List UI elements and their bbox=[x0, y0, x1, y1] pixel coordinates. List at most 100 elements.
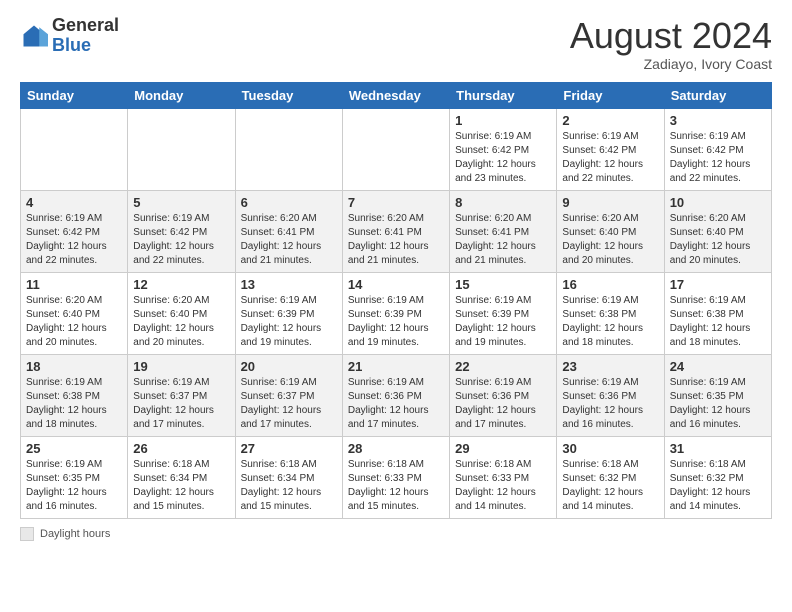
col-tuesday: Tuesday bbox=[235, 82, 342, 108]
col-sunday: Sunday bbox=[21, 82, 128, 108]
table-row: 24Sunrise: 6:19 AM Sunset: 6:35 PM Dayli… bbox=[664, 354, 771, 436]
table-row: 16 Sunrise: 6:19 AM Sunset: 6:38 PM Dayli… bbox=[557, 272, 664, 354]
day-number: 6 bbox=[241, 195, 337, 210]
day-info: Sunrise: 6:19 AM Sunset: 6:38 PM Dayligh… bbox=[26, 376, 122, 432]
day-number: 4 bbox=[26, 195, 122, 210]
day-number: 2 bbox=[562, 113, 658, 128]
day-number: 19 bbox=[133, 359, 229, 374]
day-number: 24 bbox=[670, 359, 766, 374]
day-info: Sunrise: 6:19 AM Sunset: 6:36 PM Dayligh… bbox=[562, 376, 658, 432]
logo-blue-text: Blue bbox=[52, 36, 119, 56]
table-row: 2 Sunrise: 6:19 AM Sunset: 6:42 PM Daylig… bbox=[557, 108, 664, 190]
day-info: Sunrise: 6:18 AM Sunset: 6:34 PM Dayligh… bbox=[241, 458, 337, 514]
calendar-header-row: Sunday Monday Tuesday Wednesday Thursday… bbox=[21, 82, 772, 108]
table-row bbox=[21, 108, 128, 190]
day-info: Sunrise: 6:19 AM Sunset: 6:42 PM Dayligh… bbox=[562, 130, 658, 186]
day-info: Sunrise: 6:18 AM Sunset: 6:33 PM Dayligh… bbox=[348, 458, 444, 514]
logo: General Blue bbox=[20, 16, 119, 56]
day-info: Sunrise: 6:19 AM Sunset: 6:36 PM Dayligh… bbox=[348, 376, 444, 432]
day-number: 17 bbox=[670, 277, 766, 292]
day-info: Sunrise: 6:19 AM Sunset: 6:37 PM Dayligh… bbox=[241, 376, 337, 432]
table-row: 25Sunrise: 6:19 AM Sunset: 6:35 PM Dayli… bbox=[21, 436, 128, 518]
day-number: 16 bbox=[562, 277, 658, 292]
table-row: 18 Sunrise: 6:19 AM Sunset: 6:38 PM Dayli… bbox=[21, 354, 128, 436]
col-thursday: Thursday bbox=[450, 82, 557, 108]
calendar-week-row: 25Sunrise: 6:19 AM Sunset: 6:35 PM Dayli… bbox=[21, 436, 772, 518]
day-number: 26 bbox=[133, 441, 229, 456]
logo-icon bbox=[20, 22, 48, 50]
table-row: 9Sunrise: 6:20 AM Sunset: 6:40 PM Daylig… bbox=[557, 190, 664, 272]
table-row: 12 Sunrise: 6:20 AM Sunset: 6:40 PM Dayli… bbox=[128, 272, 235, 354]
col-saturday: Saturday bbox=[664, 82, 771, 108]
day-number: 21 bbox=[348, 359, 444, 374]
day-info: Sunrise: 6:20 AM Sunset: 6:40 PM Dayligh… bbox=[133, 294, 229, 350]
day-info: Sunrise: 6:18 AM Sunset: 6:32 PM Dayligh… bbox=[670, 458, 766, 514]
day-info: Sunrise: 6:19 AM Sunset: 6:36 PM Dayligh… bbox=[455, 376, 551, 432]
day-number: 20 bbox=[241, 359, 337, 374]
title-block: August 2024 Zadiayo, Ivory Coast bbox=[570, 16, 772, 72]
day-number: 27 bbox=[241, 441, 337, 456]
table-row bbox=[235, 108, 342, 190]
day-number: 30 bbox=[562, 441, 658, 456]
day-number: 28 bbox=[348, 441, 444, 456]
calendar-week-row: 1 Sunrise: 6:19 AM Sunset: 6:42 PM Daylig… bbox=[21, 108, 772, 190]
table-row: 27 Sunrise: 6:18 AM Sunset: 6:34 PM Dayli… bbox=[235, 436, 342, 518]
table-row: 11 Sunrise: 6:20 AM Sunset: 6:40 PM Dayli… bbox=[21, 272, 128, 354]
day-number: 8 bbox=[455, 195, 551, 210]
table-row: 30Sunrise: 6:18 AM Sunset: 6:32 PM Dayli… bbox=[557, 436, 664, 518]
header: General Blue August 2024 Zadiayo, Ivory … bbox=[20, 16, 772, 72]
day-number: 7 bbox=[348, 195, 444, 210]
day-number: 3 bbox=[670, 113, 766, 128]
calendar-week-row: 11 Sunrise: 6:20 AM Sunset: 6:40 PM Dayli… bbox=[21, 272, 772, 354]
table-row bbox=[342, 108, 449, 190]
day-info: Sunrise: 6:19 AM Sunset: 6:42 PM Dayligh… bbox=[133, 212, 229, 268]
day-info: Sunrise: 6:19 AM Sunset: 6:38 PM Dayligh… bbox=[562, 294, 658, 350]
day-info: Sunrise: 6:19 AM Sunset: 6:39 PM Dayligh… bbox=[348, 294, 444, 350]
day-info: Sunrise: 6:20 AM Sunset: 6:41 PM Dayligh… bbox=[241, 212, 337, 268]
day-info: Sunrise: 6:20 AM Sunset: 6:41 PM Dayligh… bbox=[348, 212, 444, 268]
col-wednesday: Wednesday bbox=[342, 82, 449, 108]
day-info: Sunrise: 6:20 AM Sunset: 6:40 PM Dayligh… bbox=[26, 294, 122, 350]
table-row: 17 Sunrise: 6:19 AM Sunset: 6:38 PM Dayli… bbox=[664, 272, 771, 354]
day-info: Sunrise: 6:19 AM Sunset: 6:37 PM Dayligh… bbox=[133, 376, 229, 432]
logo-general-text: General bbox=[52, 16, 119, 36]
table-row: 8 Sunrise: 6:20 AM Sunset: 6:41 PM Daylig… bbox=[450, 190, 557, 272]
day-info: Sunrise: 6:18 AM Sunset: 6:33 PM Dayligh… bbox=[455, 458, 551, 514]
table-row bbox=[128, 108, 235, 190]
day-number: 9 bbox=[562, 195, 658, 210]
day-info: Sunrise: 6:19 AM Sunset: 6:42 PM Dayligh… bbox=[26, 212, 122, 268]
table-row: 23Sunrise: 6:19 AM Sunset: 6:36 PM Dayli… bbox=[557, 354, 664, 436]
calendar-week-row: 4 Sunrise: 6:19 AM Sunset: 6:42 PM Daylig… bbox=[21, 190, 772, 272]
table-row: 5 Sunrise: 6:19 AM Sunset: 6:42 PM Daylig… bbox=[128, 190, 235, 272]
day-number: 5 bbox=[133, 195, 229, 210]
col-monday: Monday bbox=[128, 82, 235, 108]
table-row: 7 Sunrise: 6:20 AM Sunset: 6:41 PM Daylig… bbox=[342, 190, 449, 272]
day-number: 15 bbox=[455, 277, 551, 292]
day-number: 18 bbox=[26, 359, 122, 374]
table-row: 22Sunrise: 6:19 AM Sunset: 6:36 PM Dayli… bbox=[450, 354, 557, 436]
day-number: 12 bbox=[133, 277, 229, 292]
day-info: Sunrise: 6:19 AM Sunset: 6:35 PM Dayligh… bbox=[26, 458, 122, 514]
footer-note: Daylight hours bbox=[20, 527, 772, 541]
table-row: 31Sunrise: 6:18 AM Sunset: 6:32 PM Dayli… bbox=[664, 436, 771, 518]
day-number: 14 bbox=[348, 277, 444, 292]
day-info: Sunrise: 6:20 AM Sunset: 6:40 PM Dayligh… bbox=[670, 212, 766, 268]
location: Zadiayo, Ivory Coast bbox=[570, 56, 772, 72]
month-year: August 2024 bbox=[570, 16, 772, 56]
col-friday: Friday bbox=[557, 82, 664, 108]
table-row: 26Sunrise: 6:18 AM Sunset: 6:34 PM Dayli… bbox=[128, 436, 235, 518]
table-row: 10Sunrise: 6:20 AM Sunset: 6:40 PM Dayli… bbox=[664, 190, 771, 272]
table-row: 4 Sunrise: 6:19 AM Sunset: 6:42 PM Daylig… bbox=[21, 190, 128, 272]
table-row: 15 Sunrise: 6:19 AM Sunset: 6:39 PM Dayli… bbox=[450, 272, 557, 354]
table-row: 28 Sunrise: 6:18 AM Sunset: 6:33 PM Dayli… bbox=[342, 436, 449, 518]
daylight-box bbox=[20, 527, 34, 541]
day-info: Sunrise: 6:19 AM Sunset: 6:38 PM Dayligh… bbox=[670, 294, 766, 350]
day-info: Sunrise: 6:19 AM Sunset: 6:39 PM Dayligh… bbox=[455, 294, 551, 350]
day-number: 11 bbox=[26, 277, 122, 292]
table-row: 1Sunrise: 6:19 AM Sunset: 6:42 PM Daylig… bbox=[450, 108, 557, 190]
day-info: Sunrise: 6:19 AM Sunset: 6:42 PM Dayligh… bbox=[670, 130, 766, 186]
day-info: Sunrise: 6:20 AM Sunset: 6:41 PM Dayligh… bbox=[455, 212, 551, 268]
table-row: 21 Sunrise: 6:19 AM Sunset: 6:36 PM Dayli… bbox=[342, 354, 449, 436]
table-row: 19 Sunrise: 6:19 AM Sunset: 6:37 PM Dayli… bbox=[128, 354, 235, 436]
day-number: 1 bbox=[455, 113, 551, 128]
